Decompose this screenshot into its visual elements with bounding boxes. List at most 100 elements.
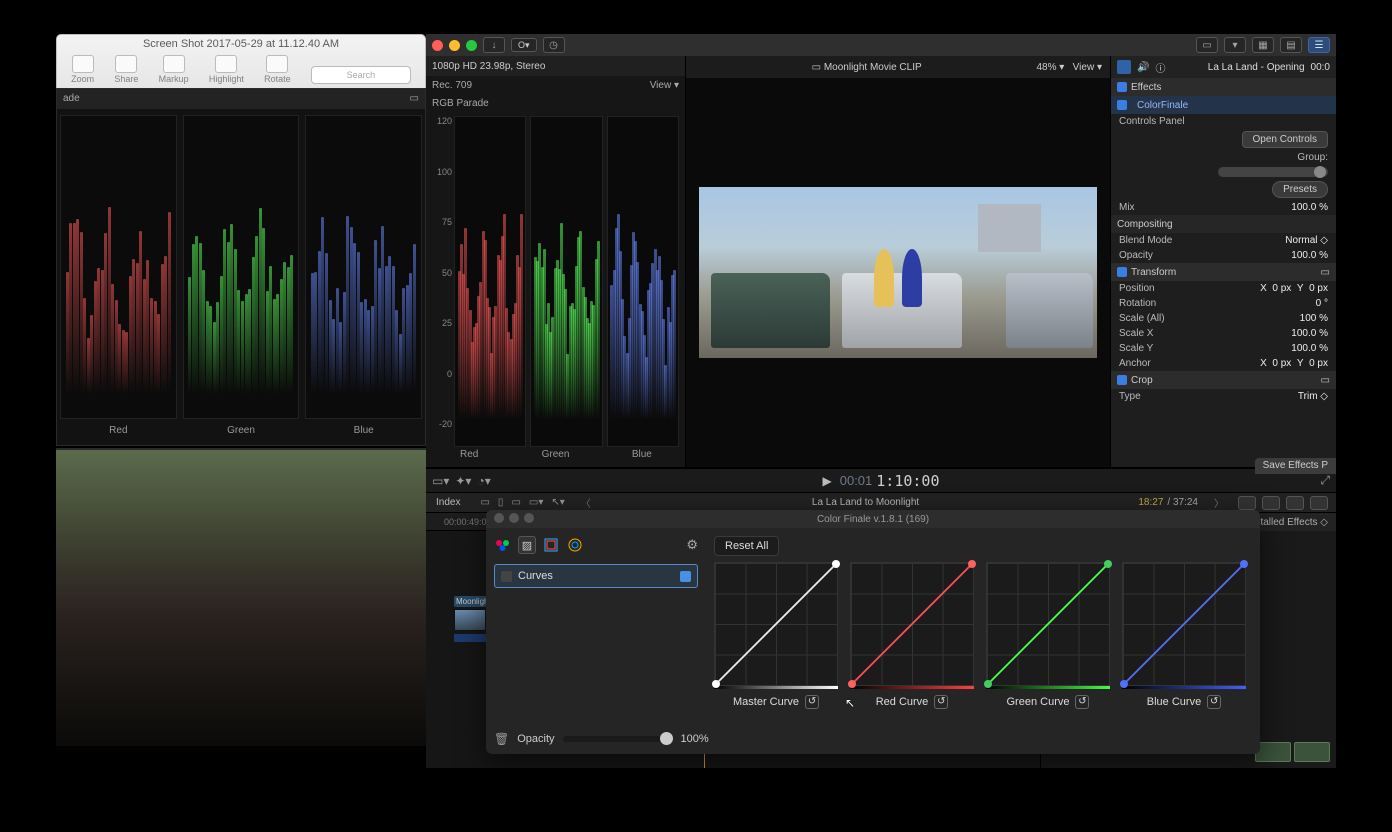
presets-button[interactable]: Presets <box>1272 181 1328 198</box>
snapping-toggle[interactable] <box>1310 496 1328 510</box>
curves-tool[interactable]: ▨ <box>518 536 536 554</box>
reset-all-button[interactable]: Reset All <box>714 536 779 556</box>
controls-panel-label: Controls Panel <box>1119 116 1185 127</box>
colorfinale-checkbox[interactable] <box>1117 100 1127 110</box>
minimize-button[interactable] <box>449 40 460 51</box>
timeline-history-forward[interactable]: 〉 <box>1208 495 1230 510</box>
timecode-display[interactable]: 1:10:00 <box>876 472 939 490</box>
markup-label: Markup <box>159 74 189 84</box>
colorfinale-effect-label[interactable]: ColorFinale <box>1133 99 1192 112</box>
blue-curve[interactable]: Blue Curve↺ <box>1122 562 1246 709</box>
highlight-tool[interactable]: Highlight <box>209 55 244 84</box>
cf-opacity-label: Opacity <box>517 733 554 745</box>
timeline-history-back[interactable]: 〈 <box>575 495 597 510</box>
blend-mode-value[interactable]: Normal ◇ <box>1285 235 1328 246</box>
effect-thumbnail[interactable] <box>1255 742 1291 762</box>
trash-icon[interactable]: 🗑 <box>494 732 509 746</box>
red-curve[interactable]: Red Curve↺ <box>850 562 974 709</box>
caret-down-icon[interactable]: ▾ <box>1224 37 1246 53</box>
browser-view-list[interactable]: ▤ <box>1280 37 1302 53</box>
crop-checkbox[interactable] <box>1117 375 1127 385</box>
info-inspector-tab[interactable]: ⓘ <box>1155 60 1165 75</box>
background-tasks-button[interactable]: ◷ <box>543 37 565 53</box>
crop-type-value[interactable]: Trim ◇ <box>1298 391 1328 402</box>
gear-icon[interactable]: ⚙ <box>686 537 698 553</box>
cf-close-button[interactable] <box>494 513 504 523</box>
crop-onscreen-icon[interactable]: ▭ <box>1321 375 1330 386</box>
browser-view-grid[interactable]: ▦ <box>1252 37 1274 53</box>
anchor-x-value[interactable]: 0 px <box>1272 358 1291 369</box>
transform-onscreen-icon[interactable]: ▭ <box>1321 267 1330 278</box>
audio-skimming-toggle[interactable] <box>1262 496 1280 510</box>
pos-y-value[interactable]: 0 px <box>1309 283 1328 294</box>
anchor-y-value[interactable]: 0 px <box>1309 358 1328 369</box>
video-inspector-tab[interactable] <box>1117 60 1131 74</box>
skimming-toggle[interactable] <box>1238 496 1256 510</box>
insert-clip-icon[interactable]: ▯ <box>498 497 504 508</box>
highlight-label: Highlight <box>209 74 244 84</box>
scale-x-value[interactable]: 100.0 % <box>1291 328 1328 339</box>
enhance-tool-dropdown[interactable]: ✦▾ <box>455 474 471 488</box>
connect-clip-icon[interactable]: ▭ <box>480 497 489 508</box>
fullscreen-button[interactable]: ⤢ <box>1320 473 1330 488</box>
viewer-canvas[interactable] <box>686 78 1110 467</box>
effect-thumbnail[interactable] <box>1294 742 1330 762</box>
curves-layer-item[interactable]: Curves <box>494 564 698 588</box>
layer-visibility-checkbox[interactable] <box>501 571 512 582</box>
anchor-label: Anchor <box>1119 358 1151 369</box>
library-toggle[interactable]: ▭ <box>1196 37 1218 53</box>
inspector-toggle[interactable]: ☰ <box>1308 37 1330 53</box>
vectors-tool[interactable] <box>542 536 560 554</box>
viewer-view-dropdown[interactable]: View ▾ <box>1073 62 1102 73</box>
import-button[interactable]: ↓ <box>483 37 505 53</box>
pos-x-value[interactable]: 0 px <box>1272 283 1291 294</box>
layer-enabled-checkbox[interactable] <box>680 571 691 582</box>
reset-blue-curve[interactable]: ↺ <box>1207 695 1221 709</box>
preview-search-input[interactable]: Search <box>311 66 411 84</box>
scopes-view-dropdown[interactable]: View ▾ <box>650 80 679 91</box>
reset-master-curve[interactable]: ↺ <box>805 695 819 709</box>
color-wheels-tool[interactable] <box>494 536 512 554</box>
close-button[interactable] <box>432 40 443 51</box>
highlight-icon <box>215 55 237 73</box>
scale-y-value[interactable]: 100.0 % <box>1291 343 1328 354</box>
master-curve-label: Master Curve <box>733 696 799 708</box>
parade-menu-icon[interactable]: ▭ <box>410 89 419 109</box>
share-tool[interactable]: Share <box>114 55 138 84</box>
cf-minimize-button[interactable] <box>509 513 519 523</box>
keyword-chip[interactable]: O▾ <box>511 38 537 52</box>
rotate-tool[interactable]: Rotate <box>264 55 291 84</box>
rotation-value[interactable]: 0 ° <box>1316 298 1328 309</box>
preview-window-title: Screen Shot 2017-05-29 at 11.12.40 AM <box>57 35 425 53</box>
cf-zoom-button[interactable] <box>524 513 534 523</box>
arrow-tool-dropdown[interactable]: ↖▾ <box>551 497 564 508</box>
solo-toggle[interactable] <box>1286 496 1304 510</box>
transform-tool-dropdown[interactable]: ▭▾ <box>432 474 449 488</box>
lut-tool[interactable] <box>566 536 584 554</box>
strip-thumbnail[interactable] <box>454 609 486 631</box>
inspector-panel: 🔊 ⓘ La La Land - Opening 00:0 Effects Co… <box>1110 56 1336 467</box>
overwrite-clip-icon[interactable]: ▭▾ <box>529 497 543 508</box>
scale-all-value[interactable]: 100 % <box>1300 313 1328 324</box>
group-slider[interactable] <box>1218 167 1328 177</box>
effects-checkbox[interactable] <box>1117 82 1127 92</box>
reset-red-curve[interactable]: ↺ <box>934 695 948 709</box>
markup-tool[interactable]: Markup <box>159 55 189 84</box>
maximize-button[interactable] <box>466 40 477 51</box>
open-controls-button[interactable]: Open Controls <box>1242 131 1328 148</box>
play-button[interactable]: ▶ <box>823 474 832 488</box>
audio-inspector-tab[interactable]: 🔊 <box>1137 62 1149 73</box>
cf-opacity-slider[interactable] <box>563 736 673 742</box>
reset-green-curve[interactable]: ↺ <box>1075 695 1089 709</box>
opacity-value[interactable]: 100.0 % <box>1291 250 1328 261</box>
retime-tool-dropdown[interactable]: ◔▾ <box>477 474 490 488</box>
zoom-tool[interactable]: Zoom <box>71 55 94 84</box>
save-effects-preset-button[interactable]: Save Effects P <box>1255 458 1336 474</box>
green-curve[interactable]: Green Curve↺ <box>986 562 1110 709</box>
mix-value[interactable]: 100.0 % <box>1291 202 1328 213</box>
timeline-index-button[interactable]: Index <box>426 497 470 508</box>
viewer-zoom-dropdown[interactable]: 48% ▾ <box>1037 62 1065 73</box>
append-clip-icon[interactable]: ▭ <box>511 497 520 508</box>
transform-checkbox[interactable] <box>1117 267 1127 277</box>
master-curve[interactable]: Master Curve ↺ <box>714 562 838 709</box>
